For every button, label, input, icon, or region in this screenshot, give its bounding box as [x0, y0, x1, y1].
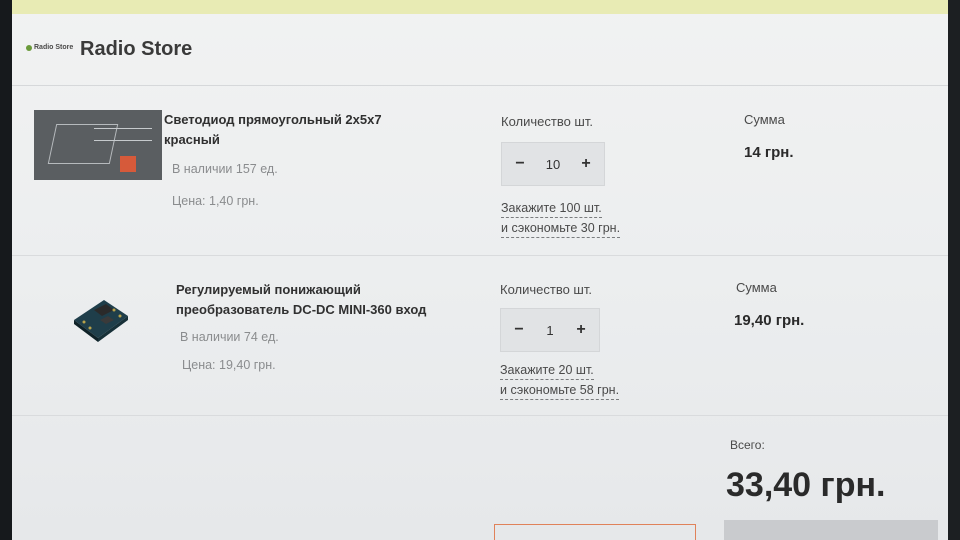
total-value: 33,40 грн.: [726, 466, 886, 504]
unit-price: Цена: 1,40 грн.: [172, 194, 259, 208]
checkout-button[interactable]: [724, 520, 938, 540]
promo-line: и сэкономьте 30 грн.: [501, 220, 621, 238]
quantity-value[interactable]: 1: [546, 323, 553, 338]
promo-line: Закажите 20 шт.: [500, 362, 594, 380]
sum-value: 14 грн.: [744, 144, 794, 161]
logo-icon: [26, 44, 32, 51]
quantity-label: Количество шт.: [501, 114, 593, 129]
stock-info: В наличии 74 ед.: [180, 330, 279, 344]
top-band: [12, 0, 948, 14]
product-name-line: красный: [164, 132, 220, 147]
cart-page: Radio Store Radio Store Светодиод прямоу…: [12, 0, 948, 540]
product-image-dcdc[interactable]: [70, 294, 132, 344]
monitor-bezel: [0, 0, 12, 540]
logo-text: Radio Store: [34, 44, 74, 51]
store-logo[interactable]: Radio Store: [26, 44, 73, 51]
quantity-stepper: − 10 +: [501, 142, 605, 186]
increase-button[interactable]: +: [573, 321, 589, 339]
quantity-stepper: − 1 +: [500, 308, 600, 352]
product-name-line: Светодиод прямоугольный 2x5x7: [164, 112, 382, 127]
promo-line: и сэкономьте 58 грн.: [500, 382, 620, 400]
cart-item: Регулируемый понижающий преобразователь …: [12, 258, 948, 416]
color-swatch: [120, 156, 136, 172]
product-name[interactable]: Светодиод прямоугольный 2x5x7 красный: [164, 110, 382, 150]
sum-label: Сумма: [744, 112, 785, 127]
led-lead: [94, 128, 152, 129]
site-header: Radio Store Radio Store: [12, 14, 948, 86]
promo-line: Закажите 100 шт.: [501, 200, 602, 218]
continue-shopping-button[interactable]: [494, 524, 696, 540]
product-image-led[interactable]: [34, 110, 162, 180]
total-label: Всего:: [730, 438, 765, 452]
bulk-discount-promo[interactable]: Закажите 20 шт. и сэкономьте 58 грн.: [500, 360, 620, 400]
cart-item: Светодиод прямоугольный 2x5x7 красный В …: [12, 98, 948, 256]
quantity-label: Количество шт.: [500, 282, 592, 297]
unit-price: Цена: 19,40 грн.: [182, 358, 276, 372]
sum-value: 19,40 грн.: [734, 312, 805, 329]
stock-info: В наличии 157 ед.: [172, 162, 278, 176]
decrease-button[interactable]: −: [511, 321, 527, 339]
led-body-shape: [47, 124, 119, 164]
product-name-line: Регулируемый понижающий: [176, 282, 361, 297]
quantity-value[interactable]: 10: [546, 157, 560, 172]
increase-button[interactable]: +: [578, 155, 594, 173]
decrease-button[interactable]: −: [512, 155, 528, 173]
bulk-discount-promo[interactable]: Закажите 100 шт. и сэкономьте 30 грн.: [501, 198, 621, 238]
product-name[interactable]: Регулируемый понижающий преобразователь …: [176, 280, 426, 320]
product-name-line: преобразователь DC-DC MINI-360 вход: [176, 302, 427, 317]
sum-label: Сумма: [736, 280, 777, 295]
store-title[interactable]: Radio Store: [80, 38, 192, 61]
led-lead: [94, 140, 152, 141]
